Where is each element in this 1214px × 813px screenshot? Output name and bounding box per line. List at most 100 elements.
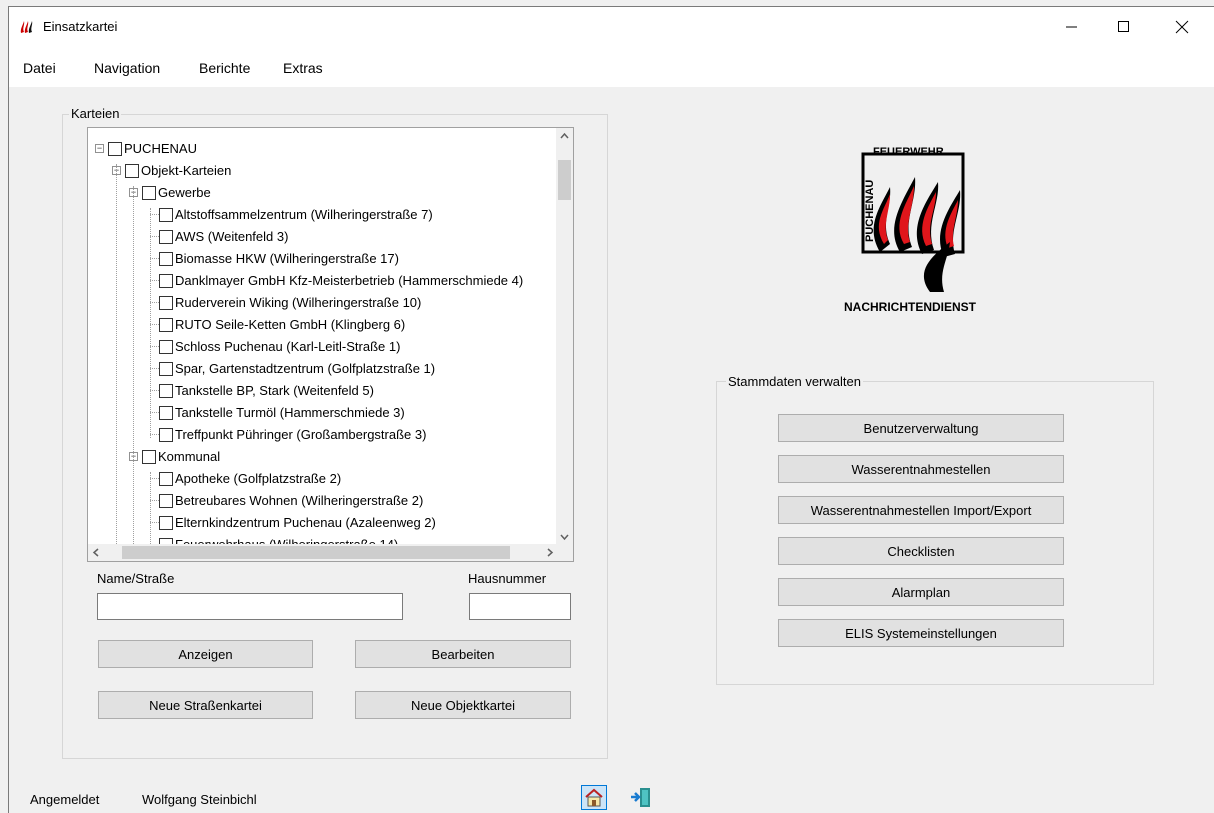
anzeigen-button[interactable]: Anzeigen (98, 640, 313, 668)
tree-node[interactable]: PUCHENAU (108, 138, 197, 159)
tree-guide-line (150, 472, 151, 548)
logo-top-text: FEUERWEHR (873, 146, 944, 158)
tree-node-checkbox[interactable] (159, 295, 173, 310)
menu-berichte[interactable]: Berichte (199, 60, 250, 76)
tree-node[interactable]: Treffpunkt Pühringer (Großambergstraße 3… (159, 424, 426, 445)
wasserentnahmestellen-button[interactable]: Wasserentnahmestellen (778, 455, 1064, 483)
scroll-left-icon[interactable] (88, 544, 105, 561)
minimize-button[interactable] (1049, 7, 1095, 47)
maximize-button[interactable] (1101, 7, 1147, 47)
tree-node-checkbox[interactable] (142, 449, 156, 464)
scroll-up-icon[interactable] (556, 128, 573, 145)
tree-node-label: Biomasse HKW (Wilheringerstraße 17) (175, 251, 399, 266)
menu-navigation[interactable]: Navigation (94, 60, 160, 76)
scroll-down-icon[interactable] (556, 528, 573, 545)
tree-node-checkbox[interactable] (159, 229, 173, 244)
alarmplan-button[interactable]: Alarmplan (778, 578, 1064, 606)
tree-node[interactable]: Elternkindzentrum Puchenau (Azaleenweg 2… (159, 512, 436, 533)
benutzerverwaltung-button[interactable]: Benutzerverwaltung (778, 414, 1064, 442)
tree-node-checkbox[interactable] (159, 471, 173, 486)
tree-node-checkbox[interactable] (159, 317, 173, 332)
tree-node-checkbox[interactable] (159, 427, 173, 442)
menu-bar: Datei Navigation Berichte Extras (9, 47, 1214, 87)
tree-horizontal-scrollbar[interactable] (88, 544, 558, 561)
tree-node[interactable]: Betreubares Wohnen (Wilheringerstraße 2) (159, 490, 423, 511)
name-strasse-label: Name/Straße (97, 571, 175, 586)
tree-node-label: Danklmayer GmbH Kfz-Meisterbetrieb (Hamm… (175, 273, 524, 288)
tree-node-checkbox[interactable] (108, 141, 122, 156)
maximize-icon (1118, 21, 1129, 32)
close-icon (1175, 20, 1189, 34)
tree-guide-line (133, 186, 134, 548)
wasserentnahmestellen-import-export-button[interactable]: Wasserentnahmestellen Import/Export (778, 496, 1064, 524)
tree-node-label: RUTO Seile-Ketten GmbH (Klingberg 6) (175, 317, 406, 332)
tree-connector (150, 258, 159, 259)
elis-systemeinstellungen-button[interactable]: ELIS Systemeinstellungen (778, 619, 1064, 647)
karteien-group-title: Karteien (69, 106, 122, 121)
tree-node-checkbox[interactable] (159, 251, 173, 266)
tree-node[interactable]: Altstoffsammelzentrum (Wilheringerstraße… (159, 204, 433, 225)
tree-connector (150, 214, 159, 215)
hausnummer-input[interactable] (469, 593, 571, 620)
close-button[interactable] (1159, 7, 1205, 47)
name-strasse-input[interactable] (97, 593, 403, 620)
stammdaten-group-title: Stammdaten verwalten (726, 374, 863, 389)
tree-node-checkbox[interactable] (159, 405, 173, 420)
exit-door-icon (631, 788, 650, 807)
tree-node-checkbox[interactable] (159, 339, 173, 354)
tree-node-checkbox[interactable] (159, 361, 173, 376)
title-bar: Einsatzkartei (9, 7, 1214, 47)
tree-node-label: Ruderverein Wiking (Wilheringerstraße 10… (175, 295, 422, 310)
tree-connector (150, 368, 159, 369)
tree-node-checkbox[interactable] (159, 273, 173, 288)
tree-node-label: Tankstelle Turmöl (Hammerschmiede 3) (175, 405, 405, 420)
checklisten-button[interactable]: Checklisten (778, 537, 1064, 565)
tree-node[interactable]: Danklmayer GmbH Kfz-Meisterbetrieb (Hamm… (159, 270, 523, 291)
horizontal-scroll-thumb[interactable] (122, 546, 510, 559)
tree-node-checkbox[interactable] (125, 163, 139, 178)
tree-vertical-scrollbar[interactable] (556, 128, 573, 545)
tree-node[interactable]: AWS (Weitenfeld 3) (159, 226, 288, 247)
tree-node[interactable]: Spar, Gartenstadtzentrum (Golfplatzstraß… (159, 358, 435, 379)
bearbeiten-button[interactable]: Bearbeiten (355, 640, 571, 668)
tree-connector (150, 478, 159, 479)
tree-node[interactable]: Tankstelle BP, Stark (Weitenfeld 5) (159, 380, 374, 401)
tree-node[interactable]: Ruderverein Wiking (Wilheringerstraße 10… (159, 292, 421, 313)
tree-node-checkbox[interactable] (159, 383, 173, 398)
tree-guide-line (150, 208, 151, 438)
flame-app-icon (20, 21, 33, 33)
tree-node[interactable]: Objekt-Karteien (125, 160, 231, 181)
tree-node-label: AWS (Weitenfeld 3) (175, 229, 289, 244)
status-user: Wolfgang Steinbichl (142, 792, 257, 807)
tree-node-checkbox[interactable] (159, 207, 173, 222)
exit-button[interactable] (628, 785, 654, 810)
tree-node-checkbox[interactable] (159, 515, 173, 530)
tree-node[interactable]: RUTO Seile-Ketten GmbH (Klingberg 6) (159, 314, 405, 335)
feuerwehr-logo: FEUERWEHR PUCHENAU (860, 132, 970, 292)
tree-node-checkbox[interactable] (142, 185, 156, 200)
tree-node-label: Kommunal (158, 449, 221, 464)
menu-extras[interactable]: Extras (283, 60, 323, 76)
tree-node[interactable]: Biomasse HKW (Wilheringerstraße 17) (159, 248, 399, 269)
home-button[interactable] (581, 785, 607, 810)
tree-node[interactable]: Kommunal (142, 446, 220, 467)
neue-objektkartei-button[interactable]: Neue Objektkartei (355, 691, 571, 719)
vertical-scroll-thumb[interactable] (558, 160, 571, 200)
neue-strassenkartei-button[interactable]: Neue Straßenkartei (98, 691, 313, 719)
tree-node[interactable]: Tankstelle Turmöl (Hammerschmiede 3) (159, 402, 405, 423)
tree-node[interactable]: Schloss Puchenau (Karl-Leitl-Straße 1) (159, 336, 400, 357)
minimize-icon (1066, 26, 1077, 28)
window-title: Einsatzkartei (43, 19, 118, 34)
tree-node-label: Objekt-Karteien (141, 163, 232, 178)
tree-guide-line (116, 164, 117, 548)
tree-node-label: Schloss Puchenau (Karl-Leitl-Straße 1) (175, 339, 401, 354)
tree-connector (150, 280, 159, 281)
tree-node[interactable]: Apotheke (Golfplatzstraße 2) (159, 468, 341, 489)
tree-node-checkbox[interactable] (159, 493, 173, 508)
home-icon (585, 788, 603, 807)
karteien-tree[interactable]: − PUCHENAU − Objekt-Karteien − Gewerbe Altstof… (87, 127, 574, 562)
tree-node[interactable]: Gewerbe (142, 182, 211, 203)
tree-expander-icon[interactable]: − (95, 144, 104, 153)
tree-connector (150, 434, 159, 435)
menu-datei[interactable]: Datei (23, 60, 56, 76)
